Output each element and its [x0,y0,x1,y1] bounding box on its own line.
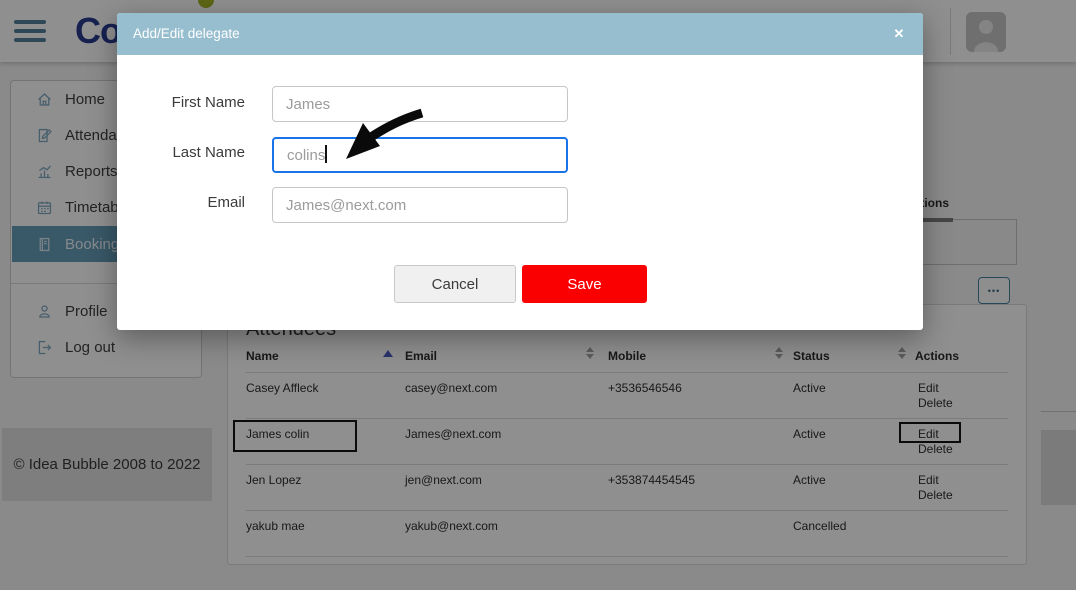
last-name-label: Last Name [145,144,245,161]
cancel-button[interactable]: Cancel [394,265,516,303]
app-screen: Co Home Attendance Reports [0,0,1076,590]
first-name-label: First Name [145,94,245,111]
close-icon[interactable]: ✕ [887,13,911,55]
text-caret [325,145,327,163]
add-edit-delegate-modal: Add/Edit delegate ✕ First Name Last Name… [117,13,923,330]
modal-header: Add/Edit delegate ✕ [117,13,923,55]
email-label: Email [145,194,245,211]
annotation-arrow-icon [344,102,424,167]
save-button[interactable]: Save [522,265,647,303]
modal-title: Add/Edit delegate [133,13,240,55]
email-input[interactable] [272,187,568,223]
